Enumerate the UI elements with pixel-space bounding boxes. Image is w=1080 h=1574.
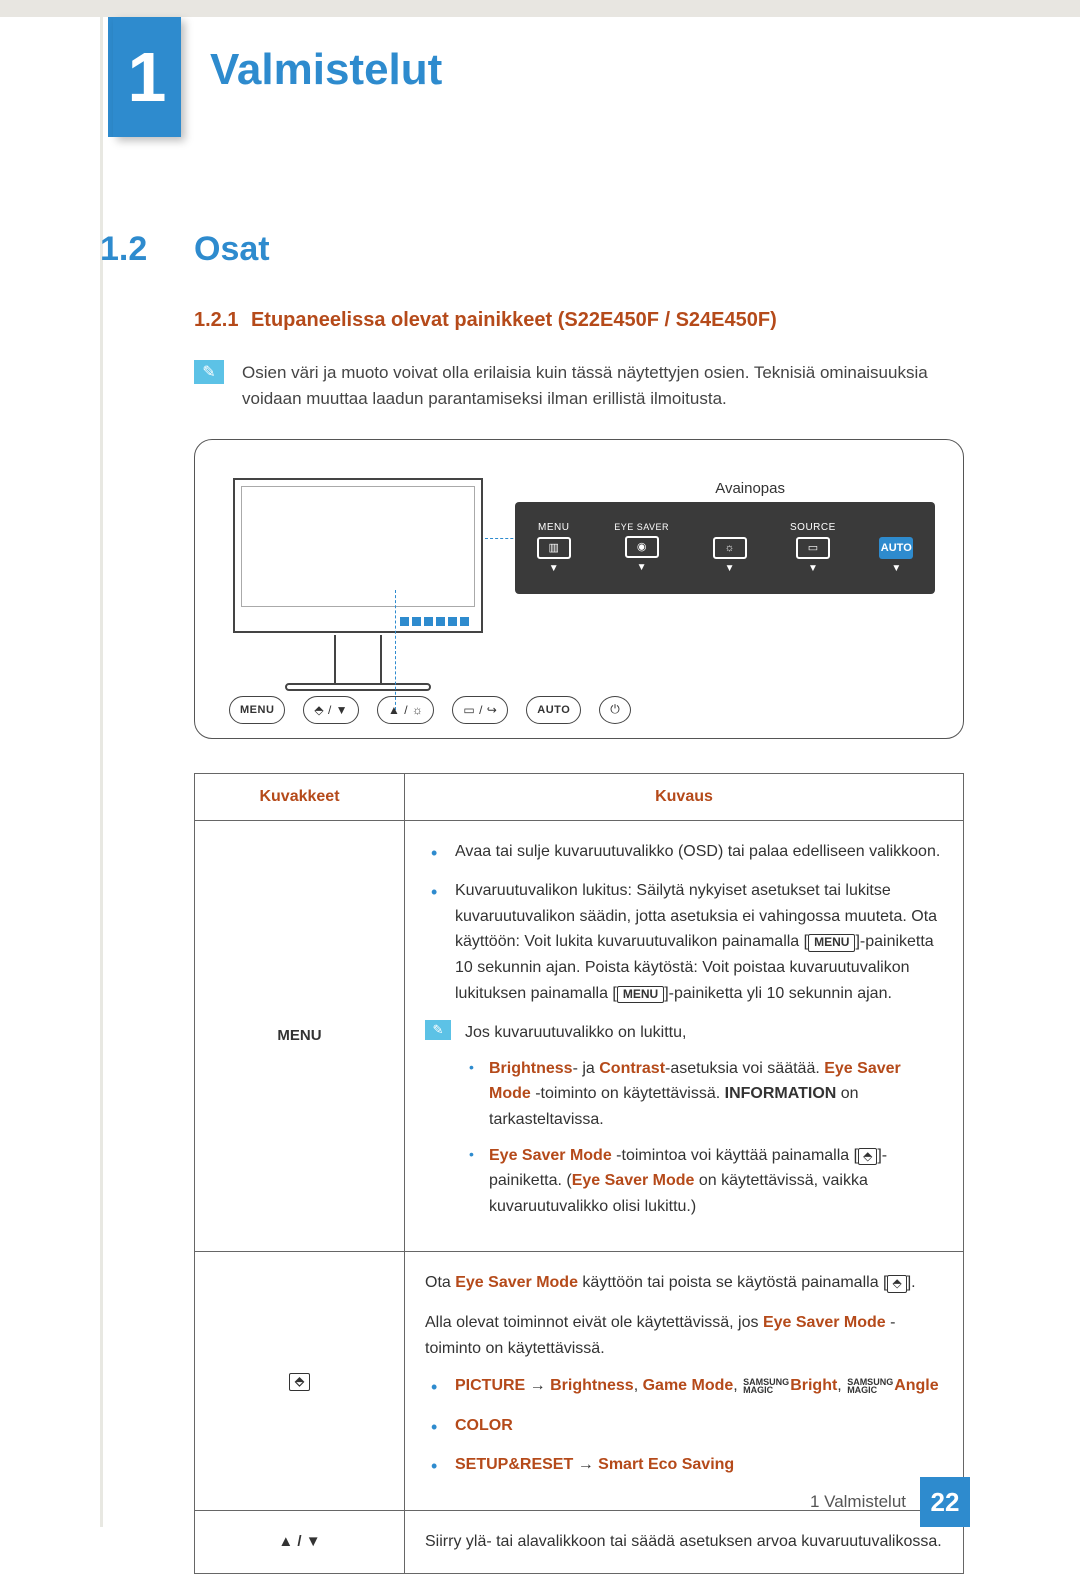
note-icon: ✎ bbox=[425, 1020, 451, 1040]
page-number: 22 bbox=[920, 1477, 970, 1527]
osd-source-label: SOURCE bbox=[790, 522, 836, 533]
menu-b2-post: ]-painiketta yli 10 sekunnin ajan. bbox=[664, 985, 892, 1002]
osd-eye-saver: EYE SAVER ◉▼ bbox=[614, 523, 669, 573]
menu-chip-icon: MENU bbox=[808, 934, 855, 952]
arrow: → bbox=[525, 1377, 550, 1394]
hl-picture: PICTURE bbox=[455, 1377, 525, 1394]
chapter-title: Valmistelut bbox=[210, 45, 442, 95]
desc-cell-menu: Avaa tai sulje kuvaruutuvalikko (OSD) ta… bbox=[405, 820, 964, 1252]
subsection-number: 1.2.1 bbox=[194, 309, 238, 331]
menu-bullet-2: Kuvaruutuvalikon lukitus: Säilytä nykyis… bbox=[431, 878, 943, 1006]
physical-button-row: MENU ⬘ / ▼ ▲ / ☼ ▭ / ↪ AUTO ⏻ bbox=[229, 696, 631, 724]
osd-auto: AUTO▼ bbox=[879, 522, 913, 574]
key-guide-title: Avainopas bbox=[715, 480, 785, 497]
eye-bullet-3: SETUP&RESET → Smart Eco Saving bbox=[431, 1452, 943, 1478]
page-footer: 1 Valmistelut 22 bbox=[0, 1477, 1080, 1527]
th-icons: Kuvakkeet bbox=[195, 773, 405, 820]
leader-line-2 bbox=[395, 590, 396, 710]
samsung-magic-label: SAMSUNGMAGIC bbox=[847, 1378, 893, 1394]
icon-cell-menu: MENU bbox=[195, 820, 405, 1252]
monitor-button-strip bbox=[400, 617, 469, 626]
hl-contrast: Contrast bbox=[599, 1060, 665, 1077]
section-number: 1.2 bbox=[100, 230, 170, 269]
btn-auto: AUTO bbox=[526, 696, 581, 724]
subsection-heading: 1.2.1 Etupaneelissa olevat painikkeet (S… bbox=[194, 309, 980, 332]
menu-sub-bullet-2: Eye Saver Mode -toimintoa voi käyttää pa… bbox=[465, 1143, 943, 1220]
t: -toiminto on käytettävissä. bbox=[531, 1085, 725, 1102]
note-text: Osien väri ja muoto voivat olla erilaisi… bbox=[242, 360, 980, 413]
footer-chapter-ref: 1 Valmistelut bbox=[810, 1492, 906, 1512]
hl-game-mode: Game Mode bbox=[643, 1377, 734, 1394]
hl-eye-saver: Eye Saver Mode bbox=[763, 1314, 886, 1331]
btn-source-enter: ▭ / ↪ bbox=[452, 696, 508, 724]
samsung-magic-label: SAMSUNGMAGIC bbox=[743, 1378, 789, 1394]
osd-eye-saver-label: EYE SAVER bbox=[614, 523, 669, 532]
btn-up-bright: ▲ / ☼ bbox=[377, 696, 434, 724]
t: Alla olevat toiminnot eivät ole käytettä… bbox=[425, 1314, 763, 1331]
table-row-menu: MENU Avaa tai sulje kuvaruutuvalikko (OS… bbox=[195, 820, 964, 1252]
t: - ja bbox=[573, 1060, 600, 1077]
monitor-outline bbox=[233, 478, 483, 633]
t: -toimintoa voi käyttää painamalla [ bbox=[612, 1147, 858, 1164]
note-block: ✎ Osien väri ja muoto voivat olla erilai… bbox=[194, 360, 980, 413]
eye-bullet-1: PICTURE → Brightness, Game Mode, SAMSUNG… bbox=[431, 1373, 943, 1399]
osd-key-guide: MENU ▥▼ EYE SAVER ◉▼ ☼▼ SOURCE ▭▼ AUTO▼ bbox=[515, 502, 935, 594]
hl-angle: Angle bbox=[894, 1377, 938, 1394]
hl-brightness: Brightness bbox=[550, 1377, 634, 1394]
menu-chip-icon: MENU bbox=[617, 986, 664, 1004]
t: , bbox=[837, 1377, 846, 1394]
monitor-stand-base bbox=[285, 683, 431, 691]
arrow: → bbox=[573, 1456, 598, 1473]
osd-menu: MENU ▥▼ bbox=[537, 522, 571, 574]
hl-setup-reset: SETUP&RESET bbox=[455, 1456, 573, 1473]
osd-menu-label: MENU bbox=[538, 522, 569, 533]
t: , bbox=[733, 1377, 742, 1394]
osd-source: SOURCE ▭▼ bbox=[790, 522, 836, 574]
osd-auto-label: AUTO bbox=[879, 537, 913, 559]
menu-bullet-1: Avaa tai sulje kuvaruutuvalikko (OSD) ta… bbox=[431, 839, 943, 865]
desc-cell-eye: Ota Eye Saver Mode käyttöön tai poista s… bbox=[405, 1252, 964, 1511]
hl-eye-saver: Eye Saver Mode bbox=[572, 1172, 695, 1189]
section-heading: 1.2 Osat bbox=[100, 230, 980, 269]
subsection-title: Etupaneelissa olevat painikkeet (S22E450… bbox=[251, 309, 777, 331]
t: Ota bbox=[425, 1274, 455, 1291]
btn-eye-down: ⬘ / ▼ bbox=[303, 696, 359, 724]
icon-cell-eye: ⬘ bbox=[195, 1252, 405, 1511]
eye-bullet-2: COLOR bbox=[431, 1413, 943, 1439]
t: , bbox=[634, 1377, 643, 1394]
hl-eye-saver: Eye Saver Mode bbox=[489, 1147, 612, 1164]
t: käyttöön tai poista se käytöstä painamal… bbox=[578, 1274, 888, 1291]
section-title: Osat bbox=[194, 230, 270, 269]
th-desc: Kuvaus bbox=[405, 773, 964, 820]
hl-eye-saver: Eye Saver Mode bbox=[455, 1274, 578, 1291]
monitor-stand-neck bbox=[334, 635, 382, 683]
hl-color: COLOR bbox=[455, 1417, 513, 1434]
header-strip bbox=[0, 0, 1080, 17]
hl-brightness: Brightness bbox=[489, 1060, 573, 1077]
eye-up-chip-icon: ⬘ bbox=[858, 1148, 877, 1166]
t: ]. bbox=[907, 1274, 916, 1291]
chapter-number-badge: 1 bbox=[113, 17, 181, 137]
menu-note-intro: Jos kuvaruutuvalikko on lukittu, bbox=[465, 1020, 943, 1046]
front-panel-diagram: Avainopas MENU ▥▼ EYE SAVER ◉▼ ☼▼ SOURCE… bbox=[194, 439, 964, 739]
t: -asetuksia voi säätää. bbox=[665, 1060, 824, 1077]
btn-power: ⏻ bbox=[599, 696, 631, 724]
btn-menu: MENU bbox=[229, 696, 285, 724]
eye-up-chip-icon: ⬘ bbox=[887, 1275, 906, 1293]
note-icon: ✎ bbox=[194, 360, 224, 384]
hl-bright: Bright bbox=[790, 1377, 837, 1394]
button-description-table: Kuvakkeet Kuvaus MENU Avaa tai sulje kuv… bbox=[194, 773, 964, 1574]
kw-information: INFORMATION bbox=[725, 1085, 837, 1102]
hl-smart-eco: Smart Eco Saving bbox=[598, 1456, 734, 1473]
menu-inner-note: ✎ Jos kuvaruutuvalikko on lukittu, Brigh… bbox=[425, 1020, 943, 1229]
monitor-screen bbox=[241, 486, 475, 607]
eye-up-icon: ⬘ bbox=[289, 1373, 310, 1391]
table-row-eye: ⬘ Ota Eye Saver Mode käyttöön tai poista… bbox=[195, 1252, 964, 1511]
osd-brightness: ☼▼ bbox=[713, 522, 747, 574]
menu-sub-bullet-1: Brightness- ja Contrast-asetuksia voi sä… bbox=[465, 1056, 943, 1133]
